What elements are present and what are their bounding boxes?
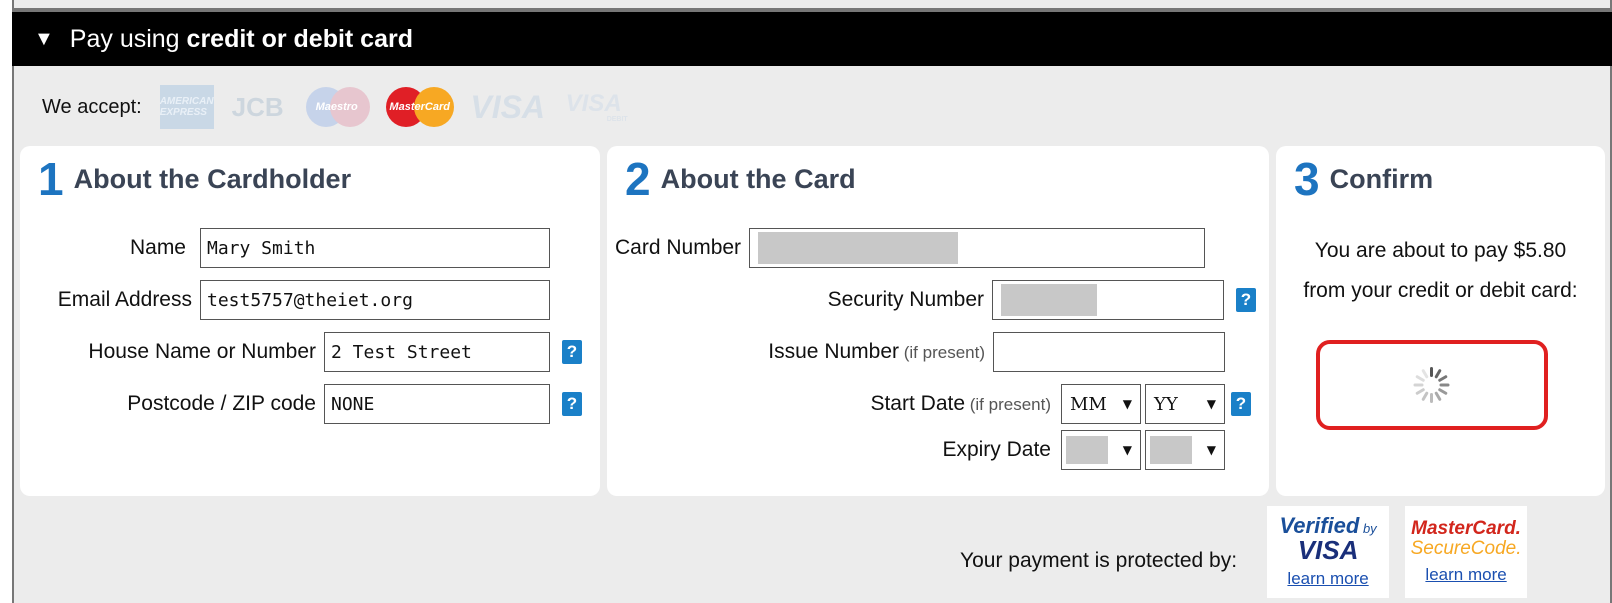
name-label: Name: [129, 236, 186, 259]
accepted-cards-row: We accept: AMERICAN EXPRESS JCB Maestro …: [42, 82, 640, 132]
mastercard-securecode-badge: MasterCard. SecureCode. learn more: [1405, 506, 1528, 598]
security-row: Security Number ?: [607, 280, 1256, 320]
card-number-label: Card Number: [615, 236, 742, 259]
confirm-source-line: from your credit or debit card:: [1303, 279, 1578, 302]
maestro-logo-icon: Maestro: [302, 85, 372, 129]
visa-logo-text: VISA: [470, 88, 546, 125]
mastercard-logo-text: MasterCard: [389, 101, 450, 113]
chevron-down-icon: ▼: [1206, 397, 1216, 411]
card-number-row: Card Number: [615, 228, 1206, 268]
issue-label-sub: (if present): [899, 343, 985, 362]
start-year-value: YY: [1154, 393, 1178, 415]
mastercard-logo-icon: MasterCard: [384, 85, 456, 129]
name-field-value: Mary Smith: [207, 237, 316, 259]
postcode-label: Postcode / ZIP code: [127, 392, 316, 415]
start-date-label: Start Date (if present): [607, 392, 1051, 416]
amex-logo-text: AMERICAN EXPRESS: [159, 96, 214, 118]
start-date-label-sub: (if present): [965, 395, 1051, 414]
postcode-row: Postcode / ZIP code NONE ?: [20, 384, 582, 424]
securecode-text: SecureCode.: [1410, 538, 1522, 559]
postcode-field[interactable]: NONE: [324, 384, 550, 424]
mastercard-learn-more-link[interactable]: learn more: [1425, 565, 1506, 585]
email-row: Email Address test5757@theiet.org: [20, 280, 550, 320]
start-year-select[interactable]: YY ▼: [1145, 384, 1225, 424]
house-field[interactable]: 2 Test Street: [324, 332, 550, 372]
step-number: 2: [625, 153, 651, 205]
step-title: Confirm: [1329, 163, 1434, 194]
loading-spinner-icon: [1412, 365, 1452, 405]
issue-row: Issue Number (if present): [607, 332, 1225, 372]
visa-learn-more-link[interactable]: learn more: [1287, 569, 1368, 589]
visa-debit-logo-subtext: DEBIT: [606, 115, 628, 123]
security-field[interactable]: [992, 280, 1224, 320]
amex-logo-icon: AMERICAN EXPRESS: [159, 85, 214, 129]
start-month-select[interactable]: MM ▼: [1061, 384, 1141, 424]
section-header[interactable]: ▼ Pay using credit or debit card: [12, 8, 1612, 66]
security-label: Security Number: [827, 288, 984, 311]
confirm-message: You are about to pay $5.80 from your cre…: [1276, 231, 1605, 311]
name-row: Name Mary Smith: [20, 228, 550, 268]
jcb-logo-icon: JCB: [226, 85, 290, 129]
start-date-label-main: Start Date: [870, 392, 966, 415]
email-field[interactable]: test5757@theiet.org: [200, 280, 550, 320]
expiry-date-label: Expiry Date: [942, 438, 1051, 461]
security-help-icon[interactable]: ?: [1236, 288, 1256, 312]
verified-by-text: by: [1359, 521, 1377, 536]
jcb-logo-text: JCB: [231, 91, 284, 122]
confirm-panel-title: 3 Confirm: [1294, 156, 1433, 202]
chevron-down-icon: ▼: [1122, 443, 1132, 457]
loading-highlight-box: [1316, 340, 1548, 430]
visa-logo-icon: VISA: [468, 85, 548, 129]
chevron-down-icon: ▼: [1122, 397, 1132, 411]
visa-debit-logo-icon: VISA DEBIT: [560, 85, 628, 129]
expiry-date-row: Expiry Date ▼ ▼: [607, 430, 1225, 470]
section-title: Pay using credit or debit card: [70, 25, 413, 54]
mastercard-securecode-logo-icon: MasterCard.: [1411, 518, 1521, 540]
email-field-value: test5757@theiet.org: [207, 289, 413, 311]
accepted-cards-label: We accept:: [42, 95, 142, 118]
house-field-value: 2 Test Street: [331, 341, 472, 363]
protection-row: Your payment is protected by: Verified b…: [960, 506, 1528, 598]
verified-by-visa-badge: Verified by VISA learn more: [1267, 506, 1390, 598]
cardholder-panel: 1 About the Cardholder Name Mary Smith E…: [20, 146, 600, 496]
collapse-triangle-icon[interactable]: ▼: [34, 28, 54, 51]
redacted-block: [758, 232, 959, 264]
issue-field[interactable]: [993, 332, 1225, 372]
house-row: House Name or Number 2 Test Street ?: [20, 332, 582, 372]
start-month-value: MM: [1070, 393, 1107, 415]
step-number: 3: [1294, 153, 1320, 205]
step-title: About the Card: [660, 163, 856, 194]
confirm-panel: 3 Confirm You are about to pay $5.80 fro…: [1276, 146, 1605, 496]
verified-by-visa-logo-icon: Verified by: [1279, 515, 1376, 537]
redacted-block: [1066, 436, 1108, 464]
start-date-row: Start Date (if present) MM ▼ YY ▼ ?: [607, 384, 1251, 424]
postcode-help-icon[interactable]: ?: [562, 392, 582, 416]
expiry-year-select[interactable]: ▼: [1145, 430, 1225, 470]
name-field[interactable]: Mary Smith: [200, 228, 550, 268]
start-date-help-icon[interactable]: ?: [1231, 392, 1251, 416]
issue-label-main: Issue Number: [768, 340, 900, 363]
expiry-month-select[interactable]: ▼: [1061, 430, 1141, 470]
issue-label: Issue Number (if present): [607, 340, 985, 364]
confirm-amount-line: You are about to pay $5.80: [1314, 239, 1567, 262]
postcode-field-value: NONE: [331, 393, 375, 415]
card-number-field[interactable]: [749, 228, 1206, 268]
maestro-logo-text: Maestro: [315, 101, 358, 113]
verified-visa-text: VISA: [1297, 535, 1359, 565]
card-panel: 2 About the Card Card Number Security Nu…: [607, 146, 1269, 496]
chevron-down-icon: ▼: [1206, 443, 1216, 457]
visa-debit-logo-text: VISA: [565, 89, 622, 117]
house-label: House Name or Number: [88, 340, 316, 363]
step-number: 1: [38, 153, 64, 205]
card-panel-title: 2 About the Card: [625, 156, 856, 202]
section-title-bold: credit or debit card: [186, 24, 413, 53]
redacted-block: [1150, 436, 1192, 464]
cardholder-panel-title: 1 About the Cardholder: [38, 156, 351, 202]
step-title: About the Cardholder: [73, 163, 352, 194]
section-title-prefix: Pay using: [69, 24, 187, 53]
protection-label: Your payment is protected by:: [960, 549, 1238, 572]
redacted-block: [1001, 284, 1097, 316]
email-label: Email Address: [57, 288, 192, 311]
house-help-icon[interactable]: ?: [562, 340, 582, 364]
